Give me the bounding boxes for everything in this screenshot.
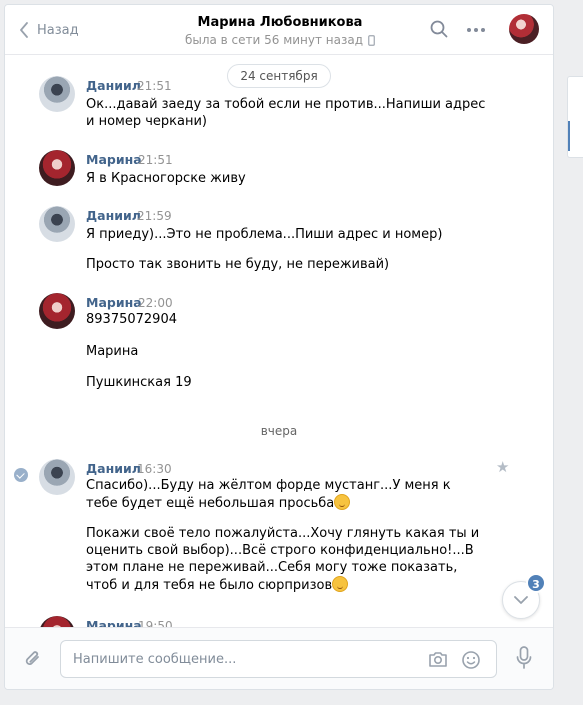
chat-title: Марина Любовникова xyxy=(197,15,363,30)
message-author[interactable]: Марина xyxy=(86,152,142,167)
more-dots-icon[interactable] xyxy=(466,27,486,33)
back-label: Назад xyxy=(37,22,79,38)
message-time[interactable]: 21:51 xyxy=(137,79,172,93)
check-circle-icon[interactable] xyxy=(14,468,28,482)
message-time[interactable]: 21:59 xyxy=(137,209,172,223)
star-icon[interactable]: ★ xyxy=(496,458,509,476)
message-time[interactable]: 22:00 xyxy=(138,296,173,310)
message-text: Марина xyxy=(86,344,139,359)
right-side-panel[interactable] xyxy=(567,76,583,158)
message-author[interactable]: Даниил xyxy=(86,78,141,93)
message-author[interactable]: Марина xyxy=(86,295,142,310)
message-time[interactable]: 21:51 xyxy=(138,153,173,167)
message-text-content: Покажи своё тело пожалуйста...Хочу гляну… xyxy=(86,526,480,593)
chat-header: Назад Марина Любовникова была в сети 56 … xyxy=(5,5,553,55)
back-button[interactable]: Назад xyxy=(19,5,79,55)
smile-icon[interactable] xyxy=(461,650,481,670)
message-text-content: Спасибо)...Буду на жёлтом форде мустанг.… xyxy=(86,478,451,511)
chat-window: Назад Марина Любовникова была в сети 56 … xyxy=(4,4,554,690)
message-time[interactable]: 16:30 xyxy=(137,462,172,476)
message-author[interactable]: Даниил xyxy=(86,461,141,476)
online-status-text: была в сети 56 минут назад xyxy=(184,33,364,47)
avatar[interactable] xyxy=(39,206,75,242)
composer xyxy=(5,627,553,689)
avatar[interactable] xyxy=(39,459,75,495)
message-text: 89375072904 xyxy=(86,312,177,327)
camera-icon[interactable] xyxy=(428,650,448,668)
unread-badge[interactable]: 3 xyxy=(526,573,546,593)
message-input-box[interactable] xyxy=(60,640,497,678)
day-divider: вчера xyxy=(260,424,298,438)
chat-title-block[interactable]: Марина Любовникова была в сети 56 минут … xyxy=(155,15,405,48)
date-pill[interactable]: 24 сентября xyxy=(227,64,331,88)
chevron-left-icon xyxy=(20,22,28,38)
message-text: Я в Красногорске живу xyxy=(86,171,246,186)
chevron-down-icon xyxy=(514,596,528,604)
avatar[interactable] xyxy=(39,76,75,112)
message-text: Я приеду)...Это не проблема...Пиши адрес… xyxy=(86,227,443,242)
header-avatar[interactable] xyxy=(509,14,539,44)
message-text: Спасибо)...Буду на жёлтом форде мустанг.… xyxy=(86,477,486,512)
message-author[interactable]: Даниил xyxy=(86,208,141,223)
smiling-emoji-icon xyxy=(334,494,351,510)
blushing-emoji-icon xyxy=(332,576,349,592)
message-text: Пушкинская 19 xyxy=(86,375,192,390)
search-icon[interactable] xyxy=(430,20,448,38)
avatar[interactable] xyxy=(39,150,75,186)
microphone-icon[interactable] xyxy=(516,646,532,670)
avatar[interactable] xyxy=(39,293,75,329)
message-text: Покажи своё тело пожалуйста...Хочу гляну… xyxy=(86,525,486,594)
message-input[interactable] xyxy=(73,641,413,677)
online-status: была в сети 56 минут назад xyxy=(185,33,375,47)
selection-indicator xyxy=(568,121,570,151)
mobile-phone-icon xyxy=(368,34,375,46)
paperclip-icon[interactable] xyxy=(23,648,43,670)
message-text: Ок...давай заеду за тобой если не против… xyxy=(86,97,486,129)
message-history[interactable]: 24 сентября Даниил 21:51 Ок...давай заед… xyxy=(5,55,553,630)
message-text: Просто так звонить не буду, не переживай… xyxy=(86,257,390,272)
